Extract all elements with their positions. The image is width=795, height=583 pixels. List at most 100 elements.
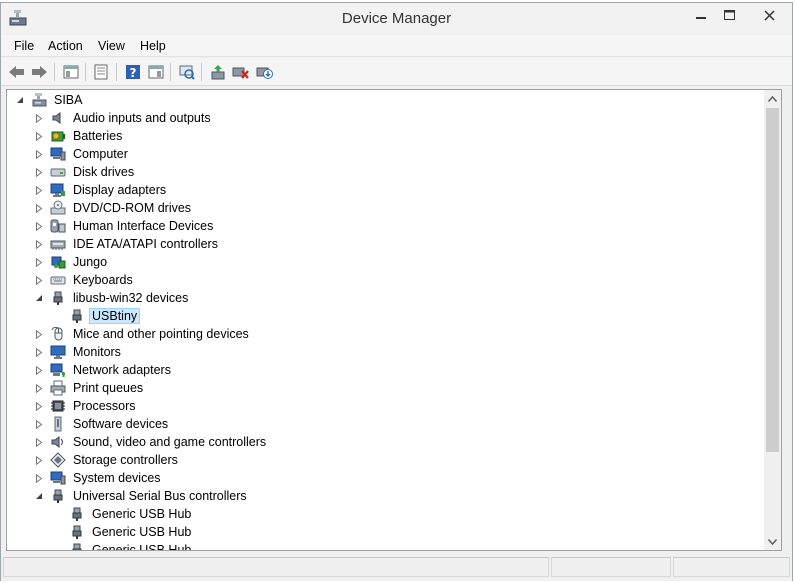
tree-node-label: Generic USB Hub bbox=[92, 543, 192, 550]
collapsed-triangle-icon[interactable] bbox=[34, 185, 44, 195]
menu-file[interactable]: File bbox=[14, 39, 34, 53]
collapsed-triangle-icon[interactable] bbox=[34, 113, 44, 123]
scrollbar-thumb[interactable] bbox=[766, 108, 779, 452]
collapsed-triangle-icon[interactable] bbox=[34, 275, 44, 285]
tree-category-node[interactable]: Storage controllers bbox=[34, 451, 181, 469]
hid-icon bbox=[50, 218, 66, 234]
tree-category-node[interactable]: Computer bbox=[34, 145, 131, 163]
tree-node-label: System devices bbox=[73, 471, 161, 485]
vertical-scrollbar[interactable] bbox=[764, 90, 781, 550]
collapsed-triangle-icon[interactable] bbox=[34, 437, 44, 447]
collapsed-triangle-icon[interactable] bbox=[34, 167, 44, 177]
status-cell-2 bbox=[551, 557, 671, 577]
tree-category-node[interactable]: Sound, video and game controllers bbox=[34, 433, 269, 451]
tree-node-label: IDE ATA/ATAPI controllers bbox=[73, 237, 218, 251]
tree-device-node[interactable]: Generic USB Hub bbox=[53, 541, 194, 550]
collapsed-triangle-icon[interactable] bbox=[34, 455, 44, 465]
dvd-drive-icon bbox=[50, 200, 66, 216]
tree-category-node[interactable]: Mice and other pointing devices bbox=[34, 325, 252, 343]
collapsed-triangle-icon[interactable] bbox=[34, 473, 44, 483]
expanded-triangle-icon[interactable] bbox=[34, 491, 44, 501]
tree-device-node[interactable]: USBtiny bbox=[53, 307, 141, 325]
svg-text:?: ? bbox=[130, 66, 137, 80]
device-tree[interactable]: SIBA Audio inputs and outputs Batteries Co… bbox=[7, 90, 765, 550]
tree-node-label: Jungo bbox=[73, 255, 108, 269]
back-button[interactable] bbox=[7, 62, 27, 82]
close-button[interactable] bbox=[747, 3, 791, 27]
title-bar[interactable]: Device Manager bbox=[1, 3, 792, 34]
properties-icon bbox=[94, 64, 108, 80]
tree-node-label: Monitors bbox=[73, 345, 121, 359]
collapsed-triangle-icon[interactable] bbox=[34, 401, 44, 411]
tree-node-label: Mice and other pointing devices bbox=[73, 327, 249, 341]
tree-category-node[interactable]: Network adapters bbox=[34, 361, 174, 379]
tree-category-node[interactable]: libusb-win32 devices bbox=[34, 289, 191, 307]
tree-category-node[interactable]: Disk drives bbox=[34, 163, 137, 181]
show-hide-console-tree-button[interactable] bbox=[61, 62, 81, 82]
show-hide-console-tree-icon bbox=[63, 65, 79, 79]
tree-category-node[interactable]: Keyboards bbox=[34, 271, 136, 289]
menu-view[interactable]: View bbox=[98, 39, 125, 53]
collapsed-triangle-icon[interactable] bbox=[34, 347, 44, 357]
software-device-icon bbox=[50, 416, 66, 432]
scroll-down-button[interactable] bbox=[764, 533, 781, 550]
collapsed-triangle-icon[interactable] bbox=[34, 239, 44, 249]
collapsed-triangle-icon[interactable] bbox=[34, 419, 44, 429]
monitor-icon bbox=[50, 344, 66, 360]
tree-device-node[interactable]: Generic USB Hub bbox=[53, 505, 194, 523]
help-button[interactable]: ? bbox=[123, 62, 143, 82]
tree-category-node[interactable]: System devices bbox=[34, 469, 164, 487]
update-driver-icon bbox=[211, 65, 225, 80]
menu-help[interactable]: Help bbox=[140, 39, 166, 53]
tree-category-node[interactable]: Jungo bbox=[34, 253, 110, 271]
tree-category-node[interactable]: DVD/CD-ROM drives bbox=[34, 199, 194, 217]
properties-button[interactable] bbox=[91, 62, 111, 82]
tree-category-node[interactable]: IDE ATA/ATAPI controllers bbox=[34, 235, 221, 253]
scan-hardware-changes-button[interactable] bbox=[177, 62, 197, 82]
close-icon bbox=[763, 9, 775, 21]
collapsed-triangle-icon[interactable] bbox=[34, 203, 44, 213]
collapsed-triangle-icon[interactable] bbox=[34, 329, 44, 339]
expanded-triangle-icon[interactable] bbox=[34, 293, 44, 303]
collapsed-triangle-icon[interactable] bbox=[34, 221, 44, 231]
tree-category-node[interactable]: Monitors bbox=[34, 343, 124, 361]
tree-node-label: Generic USB Hub bbox=[92, 525, 192, 539]
tree-node-label: Batteries bbox=[73, 129, 123, 143]
tree-root-node[interactable]: SIBA bbox=[15, 91, 86, 109]
add-legacy-hardware-button[interactable] bbox=[255, 62, 275, 82]
tree-device-node[interactable]: Generic USB Hub bbox=[53, 523, 194, 541]
help-icon: ? bbox=[126, 65, 140, 80]
display-adapter-icon bbox=[50, 182, 66, 198]
usb-plug-icon bbox=[50, 290, 66, 306]
tree-category-node[interactable]: Universal Serial Bus controllers bbox=[34, 487, 250, 505]
expanded-triangle-icon[interactable] bbox=[15, 95, 25, 105]
collapsed-triangle-icon[interactable] bbox=[34, 257, 44, 267]
collapsed-triangle-icon[interactable] bbox=[34, 365, 44, 375]
update-driver-button[interactable] bbox=[208, 62, 228, 82]
tree-category-node[interactable]: Print queues bbox=[34, 379, 146, 397]
tree-node-label: Generic USB Hub bbox=[92, 507, 192, 521]
usb-plug-icon bbox=[69, 506, 85, 522]
show-action-pane-icon bbox=[148, 65, 164, 79]
tree-category-node[interactable]: Processors bbox=[34, 397, 139, 415]
tree-category-node[interactable]: Software devices bbox=[34, 415, 171, 433]
tree-node-label: libusb-win32 devices bbox=[73, 291, 189, 305]
uninstall-device-icon bbox=[232, 67, 249, 79]
maximize-icon bbox=[723, 10, 735, 20]
back-arrow-icon bbox=[9, 66, 24, 78]
tree-category-node[interactable]: Batteries bbox=[34, 127, 125, 145]
tree-category-node[interactable]: Audio inputs and outputs bbox=[34, 109, 214, 127]
tree-category-node[interactable]: Display adapters bbox=[34, 181, 169, 199]
menu-action[interactable]: Action bbox=[48, 39, 83, 53]
scroll-up-button[interactable] bbox=[764, 90, 781, 107]
menu-bar: File Action View Help bbox=[1, 35, 792, 57]
tree-category-node[interactable]: Human Interface Devices bbox=[34, 217, 216, 235]
forward-button[interactable] bbox=[29, 62, 49, 82]
show-action-pane-button[interactable] bbox=[146, 62, 166, 82]
collapsed-triangle-icon[interactable] bbox=[34, 383, 44, 393]
maximize-button[interactable] bbox=[713, 3, 745, 27]
collapsed-triangle-icon[interactable] bbox=[34, 131, 44, 141]
uninstall-device-button[interactable] bbox=[231, 62, 251, 82]
collapsed-triangle-icon[interactable] bbox=[34, 149, 44, 159]
chevron-up-icon bbox=[768, 95, 777, 102]
